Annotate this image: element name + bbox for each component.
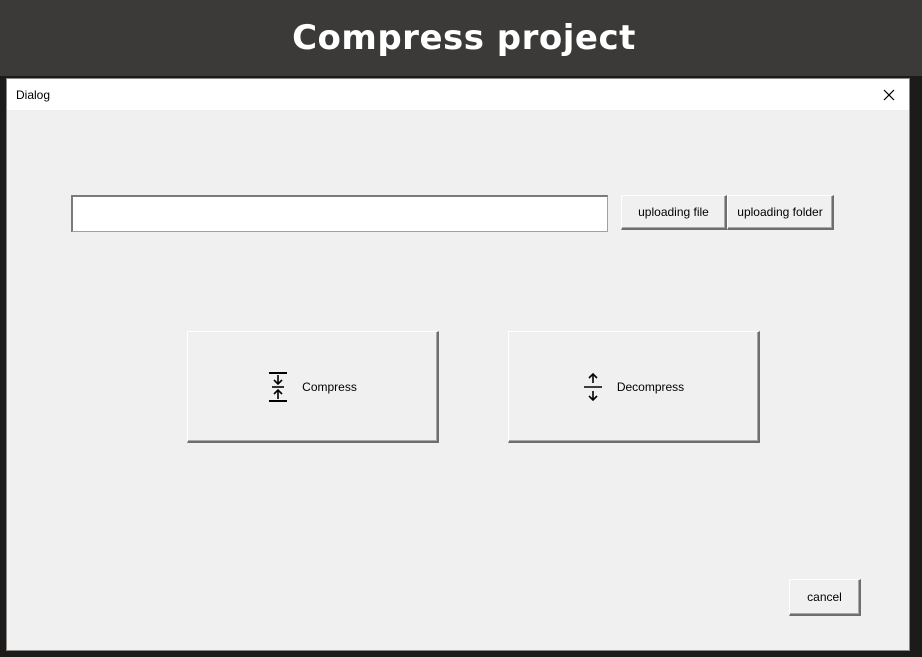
expand-icon	[583, 371, 603, 403]
path-input[interactable]	[71, 195, 608, 232]
close-icon	[883, 89, 895, 100]
decompress-label: Decompress	[616, 379, 685, 394]
dialog-titlebar: Dialog	[7, 79, 909, 110]
header-banner: Compress project	[0, 0, 922, 76]
compress-button[interactable]: Compress	[187, 331, 439, 443]
decompress-button[interactable]: Decompress	[508, 331, 760, 443]
banner-title: Compress project	[292, 18, 636, 58]
upload-file-button[interactable]: uploading file	[621, 195, 727, 230]
upload-folder-button[interactable]: uploading folder	[727, 195, 834, 230]
dialog-title: Dialog	[16, 88, 51, 102]
upload-file-label: uploading file	[638, 205, 709, 219]
compress-icon	[268, 371, 288, 403]
close-button[interactable]	[869, 79, 909, 110]
cancel-button[interactable]: cancel	[789, 579, 861, 616]
dialog-window: Dialog uploading file uploading folder C…	[6, 78, 910, 651]
compress-label: Compress	[302, 379, 357, 394]
upload-folder-label: uploading folder	[737, 205, 823, 219]
cancel-label: cancel	[807, 590, 842, 604]
